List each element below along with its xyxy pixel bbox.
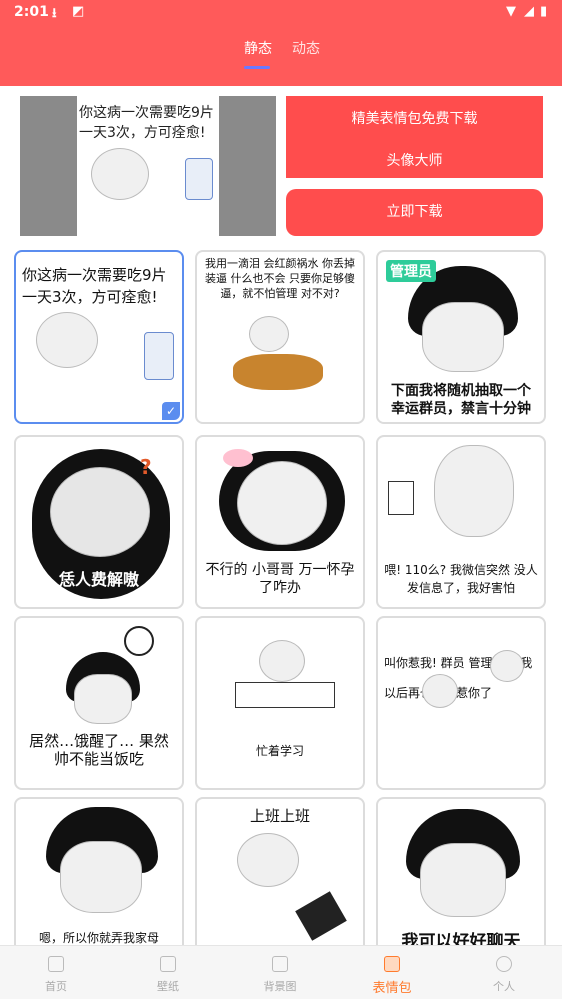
app-notification-icon: ◩: [72, 4, 85, 19]
promo-line1: 精美表情包免费下载: [351, 111, 478, 127]
sticker-caption: 居然…饿醒了… 果然帅不能当饭吃: [29, 732, 169, 768]
nav-label: 个人: [493, 980, 515, 993]
panda-face: [249, 316, 289, 352]
sticker-card[interactable]: 居然…饿醒了… 果然帅不能当饭吃: [14, 616, 184, 790]
sticker-caption: 不行的 小哥哥 万一怀孕了咋办: [205, 562, 355, 596]
panda-face: [259, 640, 305, 682]
panda-face: [36, 312, 98, 368]
banner-sticker: 你这病一次需要吃9片 一天3次，方可痊愈!: [77, 96, 219, 236]
panda-face: [91, 148, 149, 200]
panda-face: [237, 833, 299, 887]
nav-item-profile[interactable]: 个人: [448, 946, 560, 999]
face: [420, 843, 506, 917]
sticker-icon: [384, 956, 400, 972]
briefcase-icon: [295, 891, 347, 941]
admin-badge: 管理员: [386, 260, 436, 282]
face: [422, 302, 504, 372]
bow-icon: [223, 449, 253, 467]
signal-icon: ◢: [524, 4, 534, 19]
home-icon: [48, 956, 64, 972]
face: [60, 841, 142, 913]
sticker-caption: 上班上班: [249, 807, 310, 825]
panda-face: [422, 674, 458, 708]
question-mark-icon: ?: [140, 455, 152, 479]
panda-face: [490, 650, 524, 682]
app-header: 2:01 ⭳ ◩ ▼ ◢ ▮ 静态 动态: [0, 0, 562, 86]
sticker-card[interactable]: 我用一滴泪 会红颜祸水 你丢掉装逼 什么也不会 只要你足够傻逼，就不怕管理 对不…: [195, 250, 365, 424]
nav-label: 壁纸: [157, 980, 179, 993]
pill-bottle-icon: [144, 332, 174, 380]
face: [237, 461, 327, 545]
face: [50, 467, 150, 557]
guitar-icon: [233, 354, 323, 390]
sticker-caption: 我用一滴泪 会红颜祸水 你丢掉装逼 什么也不会 只要你足够傻逼，就不怕管理 对不…: [205, 257, 355, 300]
download-icon: ⭳: [52, 6, 57, 21]
nav-label: 背景图: [263, 980, 297, 993]
sticker-card[interactable]: 喂! 110么? 我微信突然 没人发信息了，我好害怕: [376, 435, 546, 609]
status-time: 2:01: [14, 4, 49, 20]
nav-label: 首页: [45, 980, 67, 993]
wallpaper-icon: [160, 956, 176, 972]
tab-animated[interactable]: 动态: [292, 38, 320, 58]
sticker-caption: 忙着学习: [255, 744, 304, 758]
sticker-card[interactable]: 你这病一次需要吃9片 一天3次，方可痊愈! ✓: [14, 250, 184, 424]
selected-check-icon: ✓: [162, 402, 180, 420]
telephone-icon: [388, 481, 414, 515]
desk-icon: [235, 682, 335, 708]
banner-image[interactable]: 你这病一次需要吃9片 一天3次，方可痊愈!: [20, 96, 276, 236]
tab-indicator: [244, 66, 270, 69]
promo-line2: 头像大师: [386, 153, 443, 169]
sticker-card[interactable]: 叫你惹我! 群员 管理爸爸 我以后再也不敢惹你了: [376, 616, 546, 790]
nav-item-background[interactable]: 背景图: [224, 946, 336, 999]
sticker-card[interactable]: 管理员 下面我将随机抽取一个 幸运群员，禁言十分钟: [376, 250, 546, 424]
tab-static[interactable]: 静态: [244, 38, 272, 58]
sticker-card[interactable]: 忙着学习: [195, 616, 365, 790]
status-bar: 2:01 ⭳ ◩ ▼ ◢ ▮: [0, 0, 562, 24]
image-icon: [272, 956, 288, 972]
face: [434, 445, 514, 537]
face: [74, 674, 132, 724]
wifi-icon: ▼: [506, 4, 516, 19]
sticker-caption: 恁人费解嗷: [58, 570, 139, 589]
sticker-caption: 你这病一次需要吃9片 一天3次，方可痊愈!: [22, 266, 167, 306]
download-button[interactable]: 立即下载: [286, 189, 543, 236]
tab-bar: 静态 动态: [0, 38, 562, 69]
nav-item-stickers[interactable]: 表情包: [336, 946, 448, 999]
sticker-card[interactable]: ? 恁人费解嗷: [14, 435, 184, 609]
banner-text-line1: 你这病一次需要吃9片: [79, 105, 214, 121]
pill-bottle-icon: [185, 158, 213, 200]
banner-text-line2: 一天3次，方可痊愈!: [79, 125, 206, 141]
sticker-caption: 喂! 110么? 我微信突然 没人发信息了，我好害怕: [384, 563, 538, 595]
sticker-caption: 下面我将随机抽取一个 幸运群员，禁言十分钟: [391, 383, 531, 417]
battery-icon: ▮: [540, 4, 548, 19]
sticker-card[interactable]: 不行的 小哥哥 万一怀孕了咋办: [195, 435, 365, 609]
nav-label: 表情包: [372, 981, 412, 996]
bottom-nav: 首页 壁纸 背景图 表情包 个人: [0, 945, 562, 999]
nav-item-home[interactable]: 首页: [0, 946, 112, 999]
clock-icon: [124, 626, 154, 656]
person-icon: [496, 956, 512, 972]
promo-box[interactable]: 精美表情包免费下载 头像大师: [286, 96, 543, 178]
nav-item-wallpaper[interactable]: 壁纸: [112, 946, 224, 999]
